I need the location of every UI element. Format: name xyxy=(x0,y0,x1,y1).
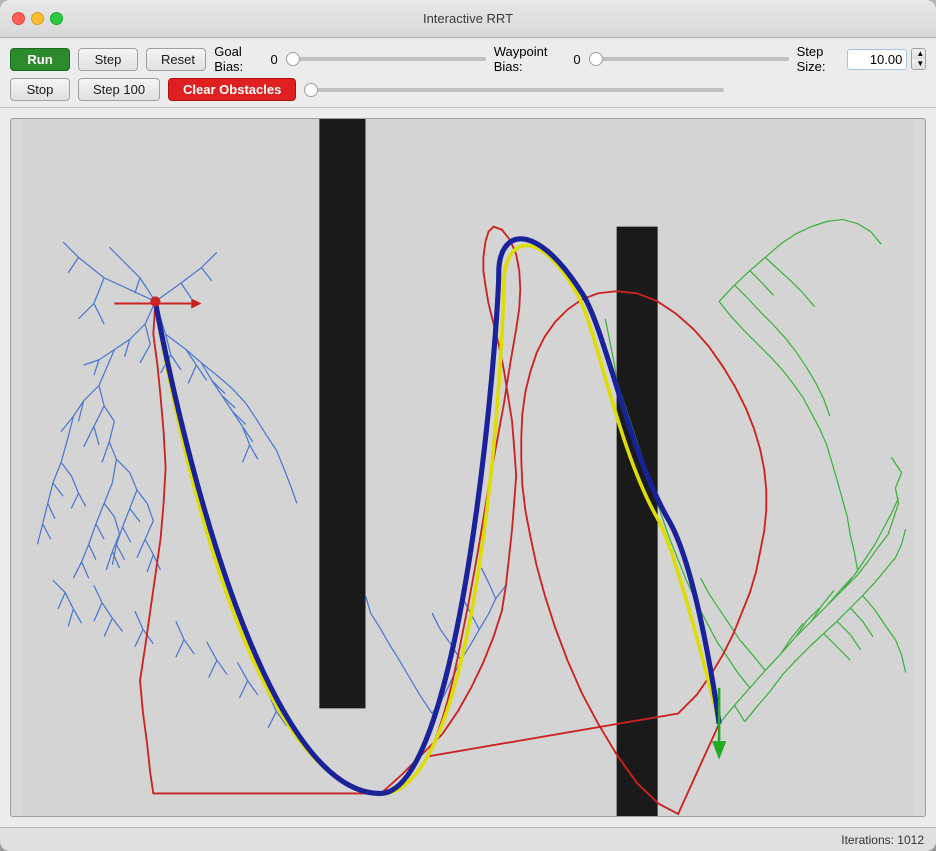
minimize-button[interactable] xyxy=(31,12,44,25)
run-button[interactable]: Run xyxy=(10,48,70,71)
goal-bias-value: 0 xyxy=(270,52,277,67)
step-size-label: Step Size: xyxy=(797,44,844,74)
canvas-area[interactable] xyxy=(10,118,926,817)
step100-button[interactable]: Step 100 xyxy=(78,78,160,101)
goal-bias-slider-container xyxy=(286,57,486,61)
second-row-slider-area xyxy=(304,88,926,92)
iterations-label: Iterations: 1012 xyxy=(841,833,924,847)
toolbar-row-1: Run Step Reset Goal Bias: 0 Waypoint Bia… xyxy=(10,44,926,74)
step-size-stepper: ▲ ▼ xyxy=(911,48,926,70)
secondary-slider[interactable] xyxy=(304,88,724,92)
main-window: Interactive RRT Run Step Reset Goal Bias… xyxy=(0,0,936,851)
waypoint-bias-slider-container xyxy=(589,57,789,61)
window-title: Interactive RRT xyxy=(423,11,513,26)
stepper-up-button[interactable]: ▲ xyxy=(912,49,926,59)
goal-bias-slider[interactable] xyxy=(286,57,486,61)
waypoint-bias-slider[interactable] xyxy=(589,57,789,61)
stop-button[interactable]: Stop xyxy=(10,78,70,101)
rrt-canvas xyxy=(11,119,925,816)
waypoint-bias-group: Waypoint Bias: 0 xyxy=(494,44,581,74)
toolbar-row-2: Stop Step 100 Clear Obstacles xyxy=(10,78,926,101)
goal-bias-label: Goal Bias: xyxy=(214,44,266,74)
step-size-input[interactable] xyxy=(847,49,907,70)
waypoint-bias-value: 0 xyxy=(573,52,580,67)
waypoint-bias-label: Waypoint Bias: xyxy=(494,44,570,74)
traffic-lights xyxy=(12,12,63,25)
maximize-button[interactable] xyxy=(50,12,63,25)
title-bar: Interactive RRT xyxy=(0,0,936,38)
close-button[interactable] xyxy=(12,12,25,25)
toolbar: Run Step Reset Goal Bias: 0 Waypoint Bia… xyxy=(0,38,936,108)
clear-obstacles-button[interactable]: Clear Obstacles xyxy=(168,78,296,101)
stepper-down-button[interactable]: ▼ xyxy=(912,59,926,69)
reset-button[interactable]: Reset xyxy=(146,48,206,71)
goal-bias-group: Goal Bias: 0 xyxy=(214,44,277,74)
status-bar: Iterations: 1012 xyxy=(0,827,936,851)
step-size-group: Step Size: ▲ ▼ xyxy=(797,44,926,74)
step-button[interactable]: Step xyxy=(78,48,138,71)
